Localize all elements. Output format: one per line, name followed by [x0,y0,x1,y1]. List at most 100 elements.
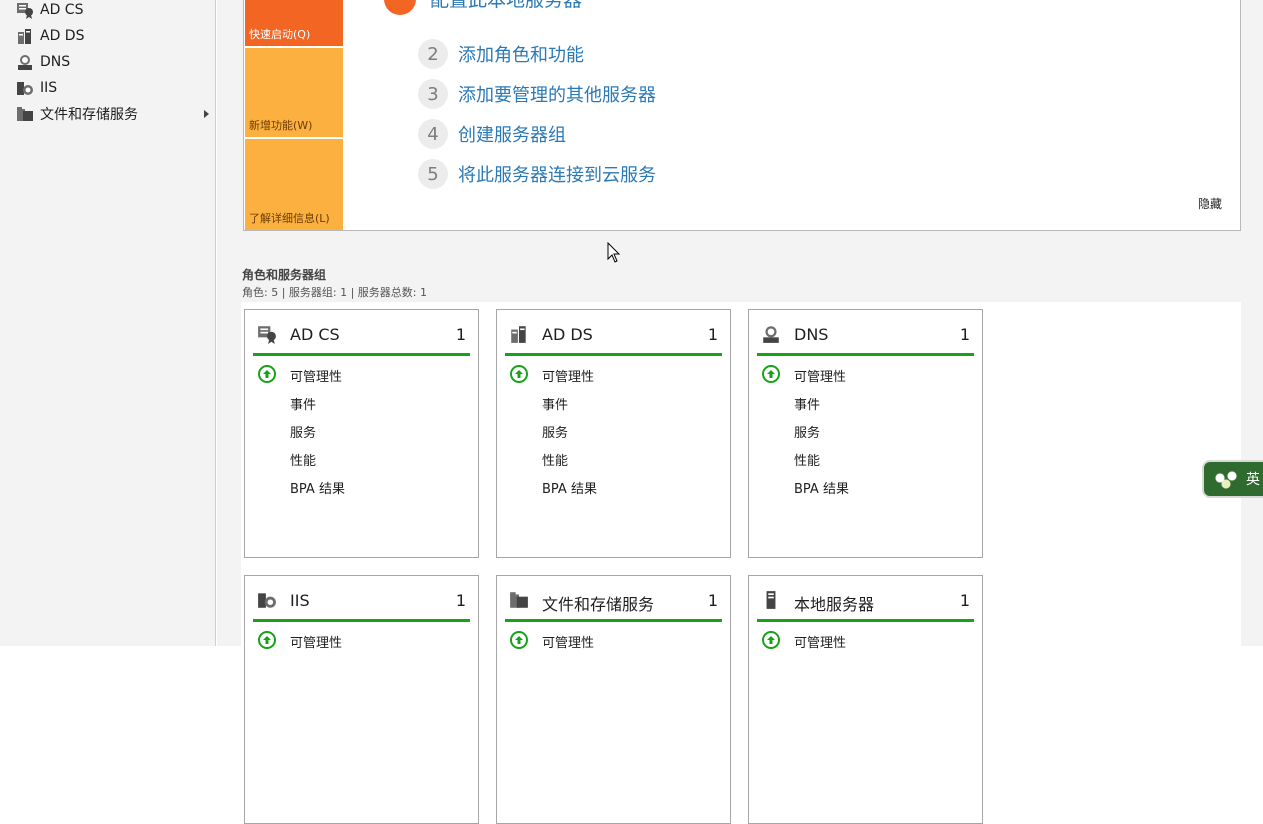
status-ok-icon [510,365,528,383]
status-ok-icon [258,365,276,383]
sidebar-item-iis[interactable]: IIS [0,75,215,101]
card-row-performance[interactable]: 性能 [794,450,820,469]
tile-label: 了解详细信息(L) [249,212,330,225]
card-row-manageability[interactable]: 可管理性 [794,632,846,651]
card-row-events[interactable]: 事件 [290,394,316,413]
card-title: 本地服务器 [794,595,875,614]
tile-learn-more[interactable]: 了解详细信息(L) [245,139,343,230]
card-row-events[interactable]: 事件 [542,394,568,413]
card-header[interactable]: DNS 1 [757,320,974,356]
sidebar-item-label: DNS [40,54,71,70]
card-header[interactable]: 文件和存储服务 1 [505,586,722,622]
step-label: 创建服务器组 [458,125,566,146]
step-1-badge [384,0,416,15]
section-title: 角色和服务器组 [242,268,327,282]
card-header[interactable]: AD DS 1 [505,320,722,356]
iis-icon [17,82,33,95]
step-create-group[interactable]: 4 创建服务器组 [418,119,566,149]
iis-icon [258,593,276,608]
card-row-services[interactable]: 服务 [290,422,316,441]
file-storage-icon [17,107,33,121]
role-card-iis: IIS 1 可管理性 [244,575,479,824]
role-card-dns: DNS 1 可管理性 事件 服务 性能 BPA 结果 [748,309,983,558]
sidebar: AD CS AD DS DNS IIS 文件和存储服务 [0,0,216,646]
role-card-adds: AD DS 1 可管理性 事件 服务 性能 BPA 结果 [496,309,731,558]
status-ok-icon [762,365,780,383]
ime-language-label: 英 [1246,472,1260,488]
sidebar-item-label: 文件和存储服务 [40,107,138,123]
card-row-manageability[interactable]: 可管理性 [794,366,846,385]
sidebar-item-file-storage[interactable]: 文件和存储服务 [0,101,215,127]
chevron-right-icon[interactable] [204,110,209,118]
card-count: 1 [959,325,970,344]
sidebar-item-label: AD CS [40,2,84,18]
sidebar-item-label: AD DS [40,28,85,44]
sidebar-item-dns[interactable]: DNS [0,49,215,75]
dns-icon [763,326,779,343]
tile-label: 快速启动(Q) [249,28,311,41]
card-count: 1 [707,591,718,610]
quickstart-panel: 快速启动(Q) 新增功能(W) 了解详细信息(L) 配置此本地服务器 2 添加角… [243,0,1241,231]
sidebar-item-adcs[interactable]: AD CS [0,0,215,23]
sidebar-item-adds[interactable]: AD DS [0,23,215,49]
status-ok-icon [258,631,276,649]
card-row-performance[interactable]: 性能 [290,450,316,469]
card-row-manageability[interactable]: 可管理性 [290,632,342,651]
card-row-manageability[interactable]: 可管理性 [542,632,594,651]
role-card-local-server: 本地服务器 1 可管理性 [748,575,983,824]
section-subtitle: 角色: 5 | 服务器组: 1 | 服务器总数: 1 [242,286,428,299]
role-card-file-storage: 文件和存储服务 1 可管理性 [496,575,731,824]
step-add-roles[interactable]: 2 添加角色和功能 [418,39,584,69]
card-row-bpa[interactable]: BPA 结果 [794,478,849,497]
card-row-manageability[interactable]: 可管理性 [542,366,594,385]
card-header[interactable]: AD CS 1 [253,320,470,356]
card-count: 1 [707,325,718,344]
mouse-cursor-icon [607,242,621,263]
card-count: 1 [455,325,466,344]
status-ok-icon [762,631,780,649]
tile-label: 新增功能(W) [249,119,313,132]
card-row-bpa[interactable]: BPA 结果 [290,478,345,497]
card-row-bpa[interactable]: BPA 结果 [542,478,597,497]
step-number: 4 [418,119,448,149]
file-storage-icon [510,592,528,608]
directory-icon [511,326,526,343]
role-card-adcs: AD CS 1 可管理性 事件 服务 性能 BPA 结果 [244,309,479,558]
ime-toolbar[interactable]: 英 [1202,460,1263,498]
card-title: 文件和存储服务 [542,595,655,614]
card-count: 1 [455,591,466,610]
step-number: 5 [418,159,448,189]
certificate-icon [17,3,33,19]
card-row-services[interactable]: 服务 [542,422,568,441]
card-row-events[interactable]: 事件 [794,394,820,413]
step-1-link[interactable]: 配置此本地服务器 [430,0,582,12]
step-add-servers[interactable]: 3 添加要管理的其他服务器 [418,79,656,109]
sidebar-item-label: IIS [40,80,58,96]
card-row-services[interactable]: 服务 [794,422,820,441]
server-icon [766,591,776,609]
card-title: DNS [794,325,829,344]
card-title: AD DS [542,325,593,344]
step-number: 2 [418,39,448,69]
card-header[interactable]: 本地服务器 1 [757,586,974,622]
card-row-manageability[interactable]: 可管理性 [290,366,342,385]
main-content: 快速启动(Q) 新增功能(W) 了解详细信息(L) 配置此本地服务器 2 添加角… [217,0,1263,824]
card-header[interactable]: IIS 1 [253,586,470,622]
card-title: IIS [290,591,310,610]
tile-quickstart[interactable]: 快速启动(Q) [245,0,343,46]
certificate-icon [258,326,276,344]
step-connect-cloud[interactable]: 5 将此服务器连接到云服务 [418,159,656,189]
dns-icon [18,55,32,70]
status-ok-icon [510,631,528,649]
directory-icon [18,29,31,44]
step-number: 3 [418,79,448,109]
step-label: 添加角色和功能 [458,45,584,66]
card-row-performance[interactable]: 性能 [542,450,568,469]
card-title: AD CS [290,325,340,344]
flower-icon [1212,468,1242,490]
step-label: 添加要管理的其他服务器 [458,85,656,106]
step-label: 将此服务器连接到云服务 [458,165,656,186]
tile-whats-new[interactable]: 新增功能(W) [245,48,343,137]
hide-link[interactable]: 隐藏 [1198,195,1222,212]
card-count: 1 [959,591,970,610]
